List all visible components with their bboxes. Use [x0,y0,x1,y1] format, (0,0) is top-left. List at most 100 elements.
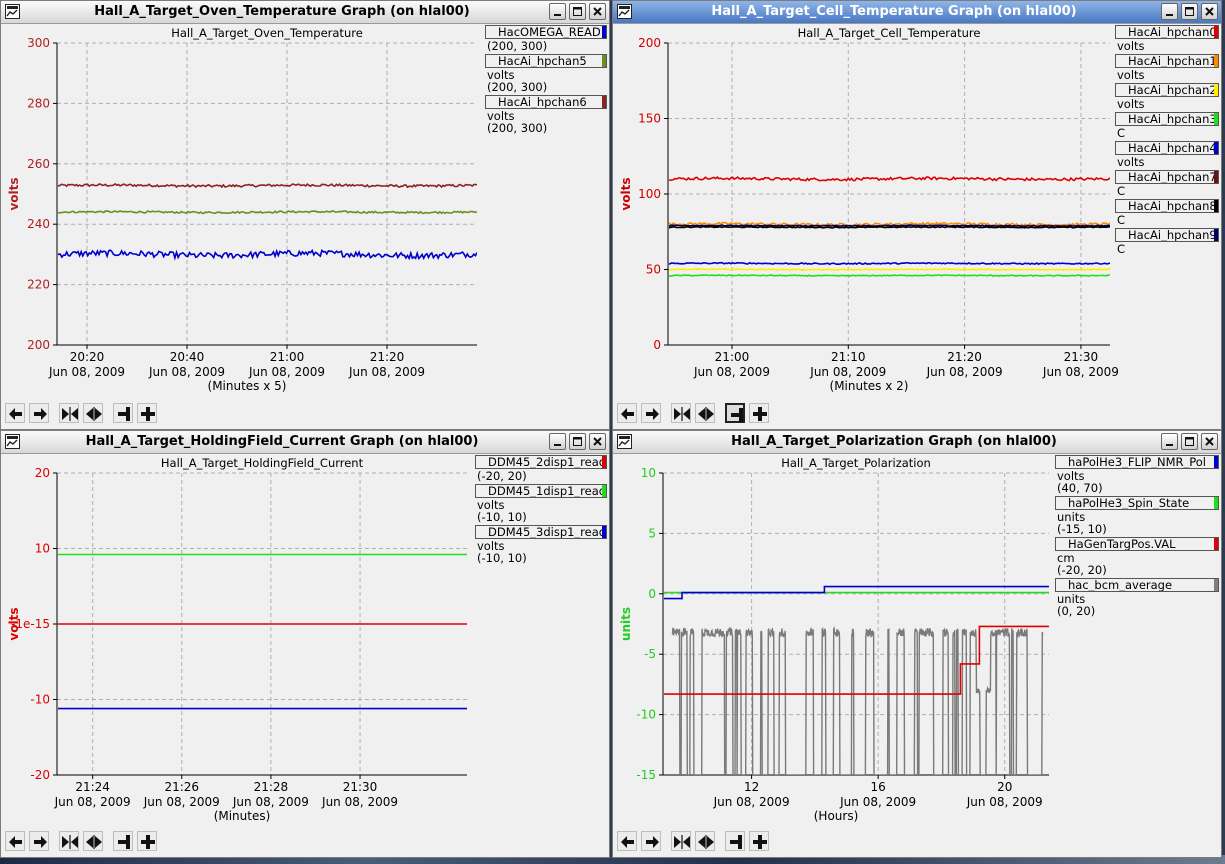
plot-title: Hall_A_Target_Cell_Temperature [798,26,981,40]
y-axis-label: volts [7,607,21,640]
x-tick-label: 12 [744,780,759,794]
maximize-icon [573,437,582,446]
add-channel-button[interactable] [137,831,157,851]
y-tick-label: 100 [638,187,661,201]
title-bar[interactable]: Hall_A_Target_Oven_Temperature Graph (on… [1,1,609,24]
arrow-left-button[interactable] [5,403,25,423]
arrow-right-button[interactable] [641,831,661,851]
maximize-button[interactable] [1181,433,1198,450]
legend-color-swatch [1214,26,1218,38]
app-icon[interactable] [617,434,632,449]
legend-entry[interactable]: HacAi_hpchan4 [1115,141,1219,155]
minimize-icon [1166,14,1173,16]
legend-entry[interactable]: HacAi_hpchan5 [485,54,607,68]
zoom-in-horizontal-icon [62,407,78,421]
arrow-left-icon [9,836,22,848]
graph-toolbar [617,831,777,853]
maximize-button[interactable] [569,433,586,450]
x-axis-label: (Minutes x 5) [208,379,287,393]
zoom-out-horizontal-button[interactable] [695,403,715,423]
legend-entry[interactable]: HacOMEGA_READ [485,25,607,39]
legend-range: (200, 300) [487,80,548,94]
arrow-left-button[interactable] [5,831,25,851]
legend-entry[interactable]: DDM45_3disp1_read [475,525,607,539]
zoom-out-horizontal-button[interactable] [695,831,715,851]
close-button[interactable] [1201,433,1218,450]
fixed-scale-icon [731,408,743,422]
fixed-scale-button[interactable] [113,831,133,851]
add-channel-button[interactable] [749,831,769,851]
y-tick-label: -15 [636,768,656,782]
minimize-button[interactable] [1161,433,1178,450]
graph-window[interactable]: Hall_A_Target_Polarization Graph (on hla… [612,430,1222,858]
arrow-left-icon [621,836,634,848]
fixed-scale-button[interactable] [725,403,745,423]
graph-window[interactable]: Hall_A_Target_HoldingField_Current Graph… [0,430,610,858]
legend-color-swatch [1214,538,1218,550]
arrow-right-button[interactable] [29,831,49,851]
arrow-left-button[interactable] [617,831,637,851]
legend-color-swatch [602,485,606,497]
legend-label: HacAi_hpchan1 [1128,54,1217,68]
zoom-in-horizontal-button[interactable] [59,831,79,851]
x-axis-label: (Minutes x 2) [830,379,909,393]
window-title: Hall_A_Target_HoldingField_Current Graph… [85,434,479,449]
app-icon[interactable] [617,4,632,19]
add-channel-button[interactable] [749,403,769,423]
close-button[interactable] [589,3,606,20]
add-channel-button[interactable] [137,403,157,423]
zoom-in-horizontal-button[interactable] [671,831,691,851]
zoom-in-horizontal-button[interactable] [59,403,79,423]
close-button[interactable] [1201,3,1218,20]
app-icon[interactable] [5,4,20,19]
legend-entry[interactable]: HacAi_hpchan6 [485,95,607,109]
graph-toolbar [617,403,777,425]
legend-entry[interactable]: HacAi_hpchan7 [1115,170,1219,184]
minimize-button[interactable] [549,433,566,450]
x-tick-date: Jun 08, 2009 [713,795,790,809]
legend-entry[interactable]: HaGenTargPos.VAL [1055,537,1219,551]
minimize-icon [554,14,561,16]
legend-entry[interactable]: HacAi_hpchan9 [1115,228,1219,242]
zoom-out-horizontal-button[interactable] [83,403,103,423]
legend-entry[interactable]: HacAi_hpchan3 [1115,112,1219,126]
maximize-button[interactable] [569,3,586,20]
legend-entry[interactable]: haPolHe3_Spin_State [1055,496,1219,510]
legend-entry[interactable]: haPolHe3_FLIP_NMR_Pol [1055,455,1219,469]
close-button[interactable] [589,433,606,450]
zoom-out-horizontal-button[interactable] [83,831,103,851]
app-icon[interactable] [5,434,20,449]
arrow-right-icon [34,408,47,420]
fixed-scale-button[interactable] [725,831,745,851]
legend-entry[interactable]: HacAi_hpchan1 [1115,54,1219,68]
arrow-left-icon [621,408,634,420]
arrow-right-button[interactable] [29,403,49,423]
arrow-left-button[interactable] [617,403,637,423]
legend-entry[interactable]: HacAi_hpchan8 [1115,199,1219,213]
title-bar[interactable]: Hall_A_Target_HoldingField_Current Graph… [1,431,609,454]
legend-entry[interactable]: hac_bcm_average [1055,578,1219,592]
zoom-in-horizontal-button[interactable] [671,403,691,423]
maximize-button[interactable] [1181,3,1198,20]
legend-label: HacAi_hpchan5 [498,54,587,68]
graph-window[interactable]: Hall_A_Target_Oven_Temperature Graph (on… [0,0,610,430]
legend-entry[interactable]: DDM45_1disp1_read [475,484,607,498]
x-tick-date: Jun 08, 2009 [54,795,131,809]
minimize-button[interactable] [1161,3,1178,20]
graph-window[interactable]: Hall_A_Target_Cell_Temperature Graph (on… [612,0,1222,430]
minimize-button[interactable] [549,3,566,20]
title-bar[interactable]: Hall_A_Target_Cell_Temperature Graph (on… [613,1,1221,24]
fixed-scale-button[interactable] [113,403,133,423]
legend-entry[interactable]: DDM45_2disp1_read [475,455,607,469]
x-tick-date: Jun 08, 2009 [1042,365,1119,379]
arrow-right-button[interactable] [641,403,661,423]
title-bar[interactable]: Hall_A_Target_Polarization Graph (on hla… [613,431,1221,454]
legend-entry[interactable]: HacAi_hpchan2 [1115,83,1219,97]
arrow-left-icon [9,408,22,420]
y-tick-label: 0 [653,338,661,352]
plot-area[interactable]: Hall_A_Target_Polarization -15 -10 -5 0 5 10 12… [613,453,1222,837]
x-axis-label: (Hours) [814,809,859,823]
x-tick-date: Jun 08, 2009 [148,365,225,379]
legend-entry[interactable]: HacAi_hpchan0 [1115,25,1219,39]
legend-label: HacAi_hpchan4 [1128,141,1217,155]
